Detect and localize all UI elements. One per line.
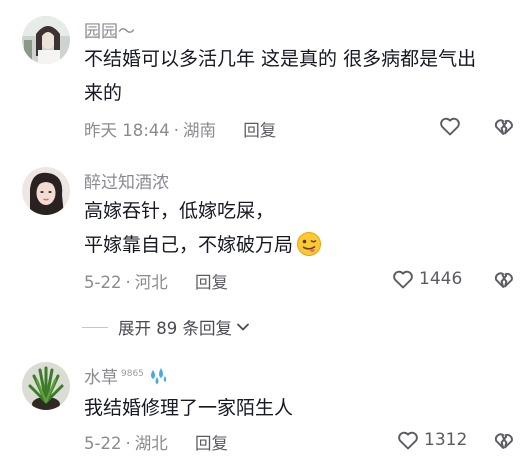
comment-time: 昨天 18:44: [84, 121, 170, 140]
expand-replies-button[interactable]: 展开 89 条回复: [82, 315, 251, 339]
username[interactable]: 水草 9865: [84, 363, 170, 391]
reply-button[interactable]: 回复: [243, 121, 276, 140]
like-button[interactable]: [438, 114, 462, 138]
comment-location: 湖南: [183, 121, 217, 140]
sweat-drops-icon: [148, 366, 170, 391]
dislike-button[interactable]: [492, 114, 516, 142]
reply-button[interactable]: 回复: [195, 273, 228, 292]
reply-button[interactable]: 回复: [195, 434, 228, 453]
comment-meta: 5-22 · 湖北 回复: [84, 434, 228, 453]
like-count: 1312: [424, 430, 468, 450]
username[interactable]: 醉过知酒浓: [84, 168, 169, 193]
expand-label: 展开 89 条回复: [118, 319, 232, 338]
comment-1: 园园～ 不结婚可以多活几年 这是真的 很多病都是气出 来的 昨天 18:44 · 湖…: [0, 0, 528, 150]
comment-text-line: 来的: [84, 82, 123, 104]
like-button[interactable]: 1312: [396, 428, 467, 452]
comment-3: 水草 9865 我结婚修理了一家陌生人 5-22 · 湖北 回复 1312: [0, 345, 528, 467]
broken-heart-outline-icon: [494, 272, 513, 288]
tongue-emoji-icon: [296, 231, 322, 268]
comment-text-line: 平嫁靠自己，不嫁破万局: [84, 228, 468, 268]
like-count: 1446: [419, 269, 463, 289]
username[interactable]: 园园～: [84, 17, 135, 42]
comment-2: 醉过知酒浓 高嫁吞针，低嫁吃屎， 平嫁靠自己，不嫁破万局 5-22 · 河北 回复 …: [0, 150, 528, 300]
avatar[interactable]: [22, 16, 70, 64]
heart-outline-icon: [393, 270, 413, 289]
heart-outline-icon: [398, 431, 418, 450]
heart-outline-icon: [440, 117, 460, 136]
username-badge: 9865: [121, 369, 144, 380]
comment-location: 河北: [134, 273, 168, 292]
broken-heart-outline-icon: [494, 433, 513, 449]
username-text: 水草: [84, 368, 118, 388]
chevron-down-icon: [237, 323, 249, 331]
comment-time: 5-22: [84, 434, 122, 453]
comment-text: 我结婚修理了一家陌生人: [84, 391, 468, 425]
comment-text-line: 高嫁吞针，低嫁吃屎，: [84, 200, 275, 222]
comment-text: 高嫁吞针，低嫁吃屎， 平嫁靠自己，不嫁破万局: [84, 194, 468, 268]
comment-text-line-body: 平嫁靠自己，不嫁破万局: [84, 234, 294, 256]
comment-location: 湖北: [134, 434, 168, 453]
comment-meta: 5-22 · 河北 回复: [84, 273, 228, 292]
comment-meta: 昨天 18:44 · 湖南 回复: [84, 121, 277, 140]
comment-text-line: 我结婚修理了一家陌生人: [84, 397, 294, 419]
divider: [82, 326, 108, 328]
avatar[interactable]: [22, 362, 70, 410]
comment-text: 不结婚可以多活几年 这是真的 很多病都是气出 来的: [84, 42, 477, 110]
dislike-button[interactable]: [492, 267, 516, 295]
comment-time: 5-22: [84, 273, 122, 292]
like-button[interactable]: 1446: [391, 267, 462, 291]
comment-text-line: 不结婚可以多活几年 这是真的 很多病都是气出: [84, 48, 477, 70]
dislike-button[interactable]: [492, 428, 516, 456]
broken-heart-outline-icon: [494, 119, 513, 135]
avatar[interactable]: [22, 167, 70, 215]
